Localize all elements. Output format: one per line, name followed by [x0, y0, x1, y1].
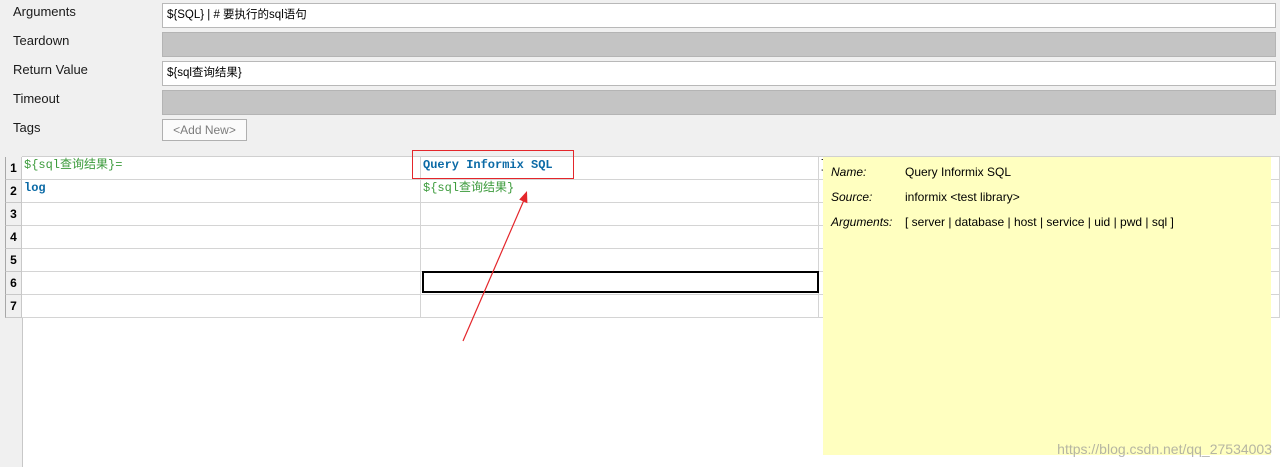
- grid-cell-r5-c2[interactable]: [421, 249, 819, 272]
- grid-cell-r7-c2[interactable]: [421, 295, 819, 318]
- keyword-doc-tooltip: Name: Query Informix SQL Source: informix …: [823, 157, 1271, 455]
- row-header[interactable]: 6: [5, 272, 22, 295]
- return-value-field[interactable]: ${sql查询结果}: [162, 61, 1276, 86]
- watermark: https://blog.csdn.net/qq_27534003: [1057, 441, 1272, 457]
- tooltip-source-value: informix <test library>: [905, 190, 1020, 204]
- tooltip-arguments-row: Arguments: [ server | database | host | s…: [831, 214, 1174, 230]
- grid-cell-r2-c1[interactable]: log: [22, 180, 421, 203]
- grid-cell-r7-c1[interactable]: [22, 295, 421, 318]
- timeout-field[interactable]: [162, 90, 1276, 115]
- tooltip-name-row: Name: Query Informix SQL: [831, 164, 1011, 180]
- row-header[interactable]: 3: [5, 203, 22, 226]
- arguments-label: Arguments: [13, 4, 76, 19]
- tooltip-arguments-label: Arguments:: [831, 215, 893, 229]
- selected-cell-cursor: [422, 271, 819, 293]
- grid-cell-r3-c2[interactable]: [421, 203, 819, 226]
- row-header[interactable]: 4: [5, 226, 22, 249]
- grid-cell-r2-c2[interactable]: ${sql查询结果}: [421, 180, 819, 203]
- row-header[interactable]: 5: [5, 249, 22, 272]
- tooltip-source-row: Source: informix <test library>: [831, 189, 1020, 205]
- teardown-field[interactable]: [162, 32, 1276, 57]
- grid-cell-r6-c1[interactable]: [22, 272, 421, 295]
- row-header[interactable]: 7: [5, 295, 22, 318]
- tooltip-arguments-value: [ server | database | host | service | u…: [905, 215, 1174, 229]
- grid-cell-r4-c2[interactable]: [421, 226, 819, 249]
- grid-cell-r5-c1[interactable]: [22, 249, 421, 272]
- tooltip-name-value: Query Informix SQL: [905, 165, 1012, 179]
- grid-cell-r4-c1[interactable]: [22, 226, 421, 249]
- row-header[interactable]: 1: [5, 157, 22, 180]
- arguments-field[interactable]: ${SQL} | # 要执行的sql语句: [162, 3, 1276, 28]
- grid-cell-r1-c1[interactable]: ${sql查询结果}=: [22, 157, 421, 180]
- annotation-highlight-box: [412, 150, 574, 179]
- tags-label: Tags: [13, 120, 41, 135]
- grid-cell-r3-c1[interactable]: [22, 203, 421, 226]
- tooltip-source-label: Source:: [831, 190, 873, 204]
- teardown-label: Teardown: [13, 33, 70, 48]
- add-new-tag-button[interactable]: <Add New>: [162, 119, 247, 141]
- timeout-label: Timeout: [13, 91, 60, 106]
- return-value-label: Return Value: [13, 62, 88, 77]
- tooltip-name-label: Name:: [831, 165, 867, 179]
- row-header[interactable]: 2: [5, 180, 22, 203]
